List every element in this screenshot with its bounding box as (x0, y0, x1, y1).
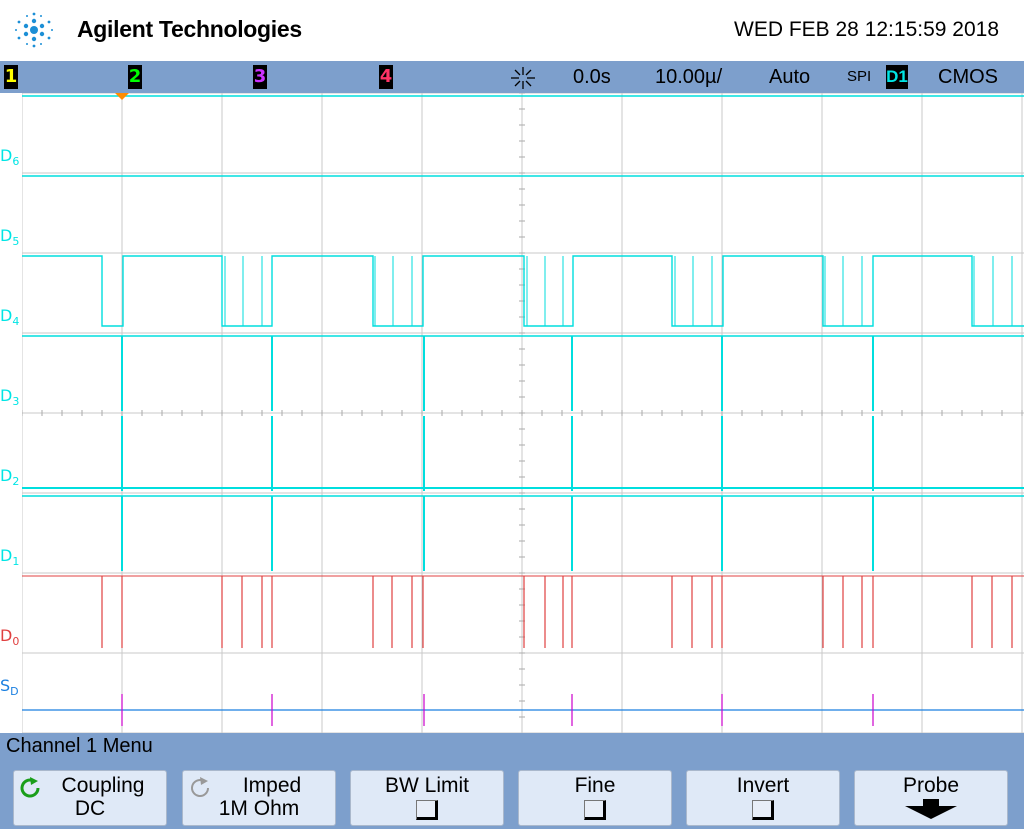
probe-softkey[interactable]: Probe (854, 770, 1008, 826)
graticule (22, 93, 1024, 733)
channel-4-indicator[interactable]: 4 (379, 65, 393, 89)
invert-softkey[interactable]: Invert (686, 770, 840, 826)
impedance-softkey[interactable]: Imped 1M Ohm (182, 770, 336, 826)
bw-limit-softkey[interactable]: BW Limit (350, 770, 504, 826)
trace-d4 (22, 255, 1024, 327)
trace-label-d0: D0 (0, 626, 20, 649)
impedance-label: Imped (242, 774, 302, 797)
bw-limit-label: BW Limit (385, 774, 469, 797)
invert-label: Invert (736, 774, 790, 797)
trace-label-d4: D4 (0, 306, 20, 329)
coupling-value: DC (74, 797, 106, 820)
softkey-menu: Channel 1 Menu Coupling DC Imped 1M Ohm … (0, 733, 1024, 829)
status-bar: 1 2 3 4 0.0s 10.00µ/ Auto SPI D1 CMOS (0, 61, 1024, 93)
trigger-position-icon (511, 67, 535, 89)
protocol-label: SPI (847, 68, 872, 85)
trigger-mode: Auto (769, 66, 811, 88)
trace-label-serial-decode: SD (0, 676, 19, 699)
trace-label-d2: D2 (0, 466, 20, 489)
coupling-label: Coupling (61, 774, 145, 797)
waveform-traces (22, 95, 1024, 726)
date-time: WED FEB 28 12:15:59 2018 (734, 18, 999, 41)
timebase: 10.00µ/ (655, 66, 723, 88)
trigger-source: D1 (886, 65, 908, 89)
waveform-display[interactable] (22, 93, 1024, 733)
trace-label-d3: D3 (0, 386, 20, 409)
agilent-spark-logo-icon (15, 12, 53, 48)
impedance-value: 1M Ohm (218, 797, 300, 820)
brand-name: Agilent Technologies (77, 16, 302, 42)
bw-limit-checkbox[interactable] (416, 800, 438, 820)
invert-checkbox[interactable] (752, 800, 774, 820)
logic-level: CMOS (938, 66, 998, 88)
coupling-softkey[interactable]: Coupling DC (13, 770, 167, 826)
channel-2-indicator[interactable]: 2 (128, 65, 142, 89)
probe-label: Probe (902, 774, 960, 797)
arrow-down-icon (905, 799, 957, 819)
fine-label: Fine (574, 774, 616, 797)
fine-checkbox[interactable] (584, 800, 606, 820)
trigger-delay: 0.0s (573, 66, 611, 88)
trace-label-d6: D6 (0, 146, 20, 169)
channel-1-indicator[interactable]: 1 (4, 65, 18, 89)
header-bar: Agilent Technologies WED FEB 28 12:15:59… (0, 0, 1024, 61)
trace-label-d1: D1 (0, 546, 20, 569)
trace-label-d5: D5 (0, 226, 20, 249)
menu-title: Channel 1 Menu (6, 735, 153, 757)
channel-3-indicator[interactable]: 3 (253, 65, 267, 89)
fine-softkey[interactable]: Fine (518, 770, 672, 826)
